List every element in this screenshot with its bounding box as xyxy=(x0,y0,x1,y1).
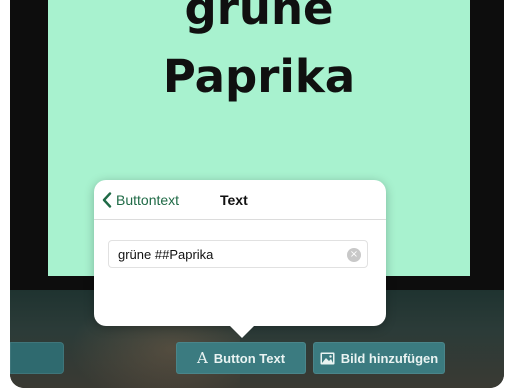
toolbar-left-button[interactable] xyxy=(10,342,64,374)
text-format-icon: A xyxy=(196,349,208,367)
back-button-label: Buttontext xyxy=(116,192,180,208)
text-field-value[interactable]: grüne ##Paprika xyxy=(118,247,213,262)
button-text-field[interactable]: grüne ##Paprika × xyxy=(108,240,368,268)
text-popover: Buttontext Text grüne ##Paprika × xyxy=(94,180,386,326)
image-icon xyxy=(320,352,335,365)
popover-arrow xyxy=(228,324,256,338)
preview-text-line1: grüne xyxy=(184,0,334,35)
add-image-label: Bild hinzufügen xyxy=(340,350,439,366)
popover-header: Buttontext Text xyxy=(94,180,386,220)
back-button[interactable]: Buttontext xyxy=(102,188,179,212)
clear-circle-icon[interactable]: × xyxy=(347,248,361,262)
chevron-left-icon xyxy=(102,192,112,208)
preview-text-line2: Paprika xyxy=(162,50,356,103)
popover-title: Text xyxy=(220,192,248,208)
button-text-label: Button Text xyxy=(213,350,286,366)
add-image-button[interactable]: Bild hinzufügen xyxy=(313,342,445,374)
button-text-button[interactable]: A Button Text xyxy=(176,342,306,374)
